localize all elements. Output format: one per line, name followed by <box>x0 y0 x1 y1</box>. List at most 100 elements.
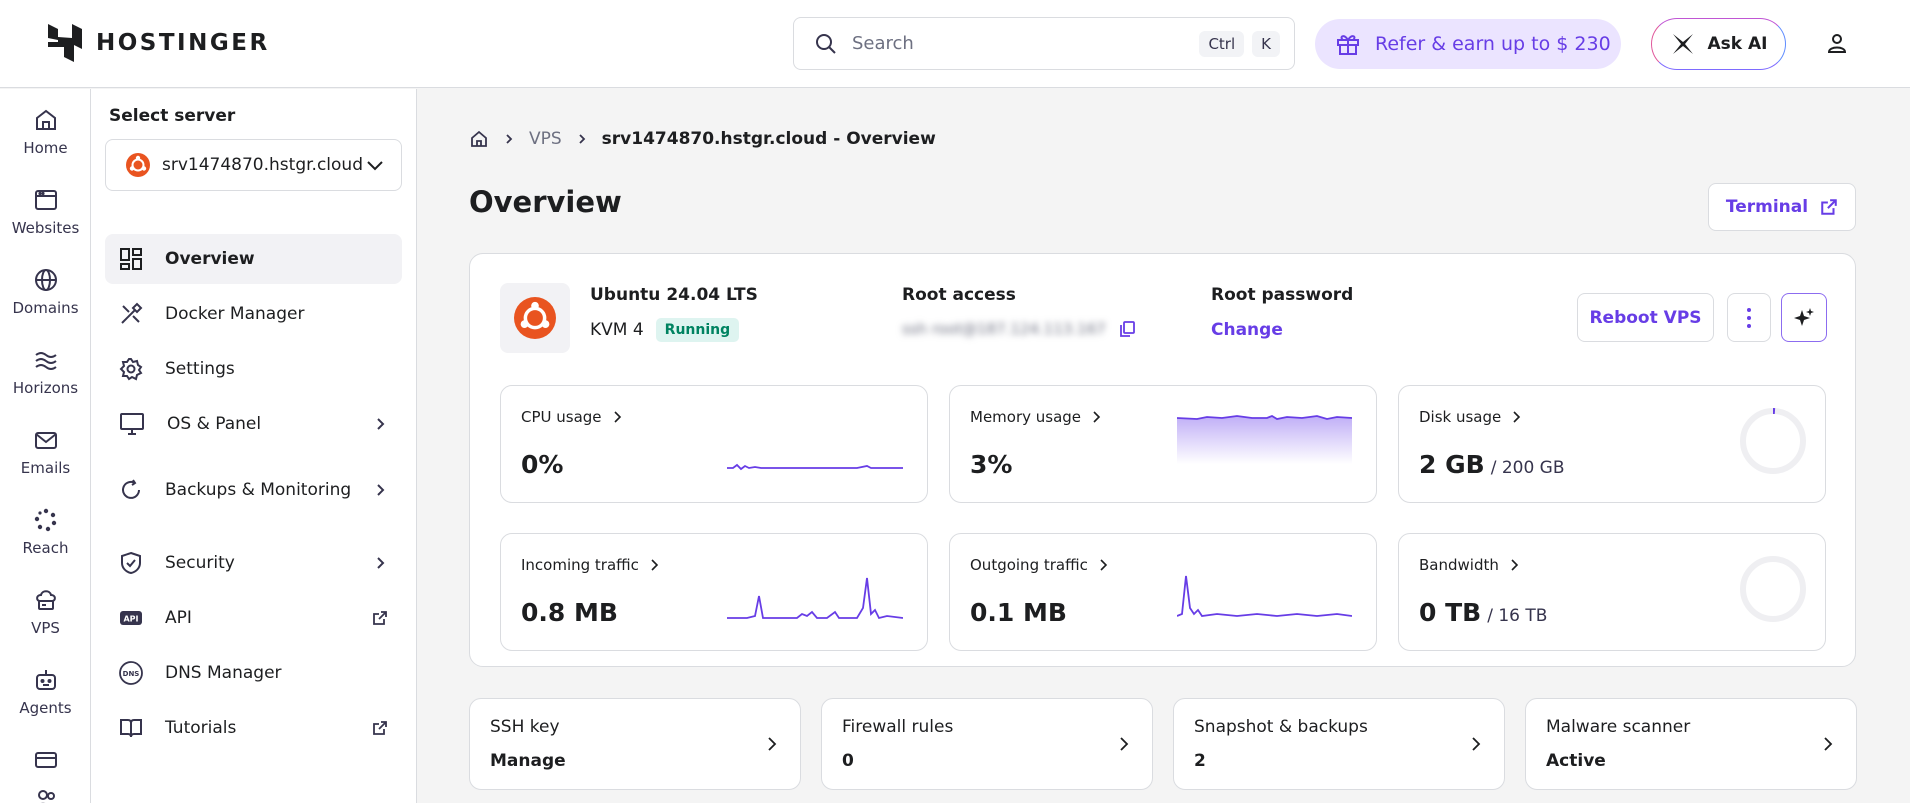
shortcut-key-ctrl: Ctrl <box>1199 30 1245 57</box>
metric-bandwidth[interactable]: Bandwidth 0 TB/ 16 TB <box>1398 533 1826 651</box>
status-badge: Running <box>655 318 740 342</box>
sidebar-label-vps: VPS <box>31 619 60 637</box>
more-options-button[interactable] <box>1727 293 1771 342</box>
ai-assistant-button[interactable] <box>1781 293 1827 342</box>
main-content: VPS srv1474870.hstgr.cloud - Overview Ov… <box>418 89 1910 803</box>
select-server-label: Select server <box>109 106 236 126</box>
refer-earn-button[interactable]: Refer & earn up to $ 230 <box>1315 19 1621 69</box>
search-bar[interactable]: Search Ctrl K <box>793 17 1295 70</box>
search-input[interactable]: Search <box>852 33 1191 54</box>
menu-item-tutorials[interactable]: Tutorials <box>105 703 402 753</box>
ubuntu-logo-icon <box>514 297 556 339</box>
metric-cpu-usage[interactable]: CPU usage 0% <box>500 385 928 503</box>
shield-icon <box>121 551 141 575</box>
menu-item-overview[interactable]: Overview <box>105 234 402 284</box>
menu-item-docker-manager[interactable]: Docker Manager <box>105 289 402 339</box>
brand-name: HOSTINGER <box>96 30 270 56</box>
chevron-right-icon <box>377 557 385 569</box>
chevron-right-icon <box>768 737 777 751</box>
sidebar-label-agents: Agents <box>19 699 72 717</box>
metric-number: 3% <box>970 450 1013 479</box>
change-password-link[interactable]: Change <box>1211 320 1283 340</box>
memory-area-chart <box>1177 414 1352 464</box>
ssh-key-card[interactable]: SSH key Manage <box>469 698 801 790</box>
metric-value: 0 TB/ 16 TB <box>1419 598 1547 627</box>
sidebar-item-billing[interactable] <box>0 747 90 773</box>
sidebar-item-home[interactable]: Home <box>0 107 90 157</box>
metric-outgoing-traffic[interactable]: Outgoing traffic 0.1 MB <box>949 533 1377 651</box>
external-link-icon <box>1821 199 1837 215</box>
card-value: 0 <box>842 751 854 771</box>
sidebar-item-agents[interactable]: Agents <box>0 667 90 717</box>
card-value: 2 <box>1194 751 1206 771</box>
bandwidth-donut-chart <box>1740 556 1806 622</box>
menu-item-settings[interactable]: Settings <box>105 344 402 394</box>
firewall-rules-card[interactable]: Firewall rules 0 <box>821 698 1153 790</box>
menu-item-os-panel[interactable]: OS & Panel <box>105 399 402 449</box>
menu-item-api[interactable]: API API <box>105 593 402 643</box>
metric-number: 0 TB <box>1419 598 1482 627</box>
sidebar-item-team[interactable] <box>0 787 90 803</box>
hostinger-logo[interactable]: HOSTINGER <box>48 24 270 62</box>
copy-icon[interactable] <box>1118 320 1136 338</box>
monitor-icon <box>120 413 144 435</box>
chevron-right-icon <box>1824 737 1833 751</box>
plan-name: KVM 4 <box>590 320 644 340</box>
metric-disk-usage[interactable]: Disk usage 2 GB/ 200 GB <box>1398 385 1826 503</box>
card-title: Snapshot & backups <box>1194 717 1368 737</box>
shortcut-key-k: K <box>1252 30 1280 57</box>
root-access-label: Root access <box>902 285 1016 305</box>
metric-title: Bandwidth <box>1419 556 1499 574</box>
metric-memory-usage[interactable]: Memory usage 3% <box>949 385 1377 503</box>
user-account-icon[interactable] <box>1825 31 1849 55</box>
robot-icon <box>35 670 56 690</box>
reboot-vps-button[interactable]: Reboot VPS <box>1577 293 1714 342</box>
card-title: SSH key <box>490 717 560 737</box>
sidebar-item-horizons[interactable]: Horizons <box>0 347 90 397</box>
sidebar-item-domains[interactable]: Domains <box>0 267 90 317</box>
root-access-command: ssh root@187.124.113.167 <box>902 320 1106 338</box>
terminal-label: Terminal <box>1725 197 1809 217</box>
horizons-icon <box>34 352 57 370</box>
svg-text:API: API <box>123 615 138 624</box>
sidebar-item-emails[interactable]: Emails <box>0 427 90 477</box>
ubuntu-logo-icon <box>126 153 150 177</box>
chevron-right-icon <box>1472 737 1481 751</box>
menu-item-backups-monitoring[interactable]: Backups & Monitoring <box>105 457 402 523</box>
api-icon: API <box>120 611 142 625</box>
metric-label: Memory usage <box>970 408 1101 426</box>
menu-label-docker-manager: Docker Manager <box>165 304 305 324</box>
chevron-right-icon <box>377 484 385 496</box>
metric-title: CPU usage <box>521 408 602 426</box>
ask-ai-button[interactable]: Ask AI <box>1651 18 1786 70</box>
users-icon <box>37 790 55 803</box>
top-bar: HOSTINGER Search Ctrl K Refer & earn up … <box>0 0 1910 88</box>
sidebar-label-websites: Websites <box>11 219 80 237</box>
sidebar-item-reach[interactable]: Reach <box>0 507 90 557</box>
os-name: Ubuntu 24.04 LTS <box>590 285 758 305</box>
server-dropdown[interactable]: srv1474870.hstgr.cloud <box>105 139 402 191</box>
menu-item-dns-manager[interactable]: DNS DNS Manager <box>105 648 402 698</box>
kebab-menu-icon <box>1747 307 1751 328</box>
chevron-right-icon <box>579 134 585 144</box>
chevron-right-icon <box>1513 411 1521 423</box>
svg-text:DNS: DNS <box>123 670 140 678</box>
refresh-icon <box>122 479 140 499</box>
metric-incoming-traffic[interactable]: Incoming traffic 0.8 MB <box>500 533 928 651</box>
malware-scanner-card[interactable]: Malware scanner Active <box>1525 698 1857 790</box>
terminal-button[interactable]: Terminal <box>1708 183 1856 231</box>
browser-window-icon <box>34 190 57 210</box>
menu-item-security[interactable]: Security <box>105 538 402 588</box>
metric-title: Memory usage <box>970 408 1082 426</box>
home-icon[interactable] <box>469 129 489 149</box>
snapshot-backups-card[interactable]: Snapshot & backups 2 <box>1173 698 1505 790</box>
os-logo <box>500 283 570 353</box>
sidebar-item-vps[interactable]: VPS <box>0 587 90 637</box>
sidebar-label-home: Home <box>23 139 68 157</box>
dns-icon: DNS <box>119 661 143 685</box>
breadcrumb-vps[interactable]: VPS <box>529 129 562 149</box>
menu-label-backups-monitoring: Backups & Monitoring <box>165 480 352 500</box>
sidebar-item-websites[interactable]: Websites <box>0 187 90 237</box>
menu-label-dns-manager: DNS Manager <box>165 663 282 683</box>
chevron-right-icon <box>1100 559 1107 571</box>
